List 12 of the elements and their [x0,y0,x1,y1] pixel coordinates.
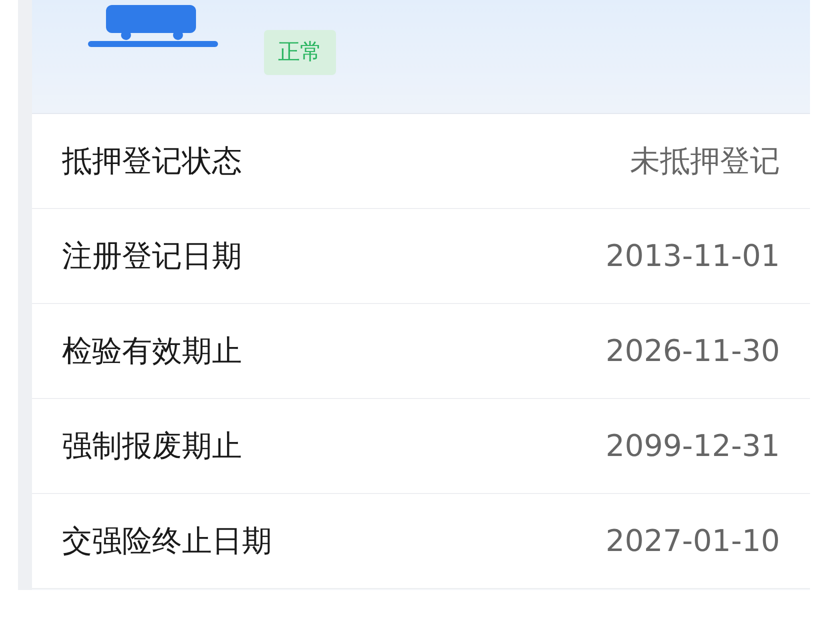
row-label: 抵押登记状态 [62,142,242,180]
row-value: 2026-11-30 [606,332,780,370]
row-label: 强制报废期止 [62,428,242,466]
row-label: 注册登记日期 [62,238,242,276]
car-icon [88,5,218,50]
row-value: 2099-12-31 [606,428,780,466]
status-badge: 正常 [264,30,336,75]
row-label: 检验有效期止 [62,332,242,370]
row-label: 交强险终止日期 [62,522,272,560]
row-value: 2013-11-01 [606,238,780,276]
row-value: 未抵押登记 [630,142,780,180]
row-value: 2027-01-10 [606,522,780,560]
